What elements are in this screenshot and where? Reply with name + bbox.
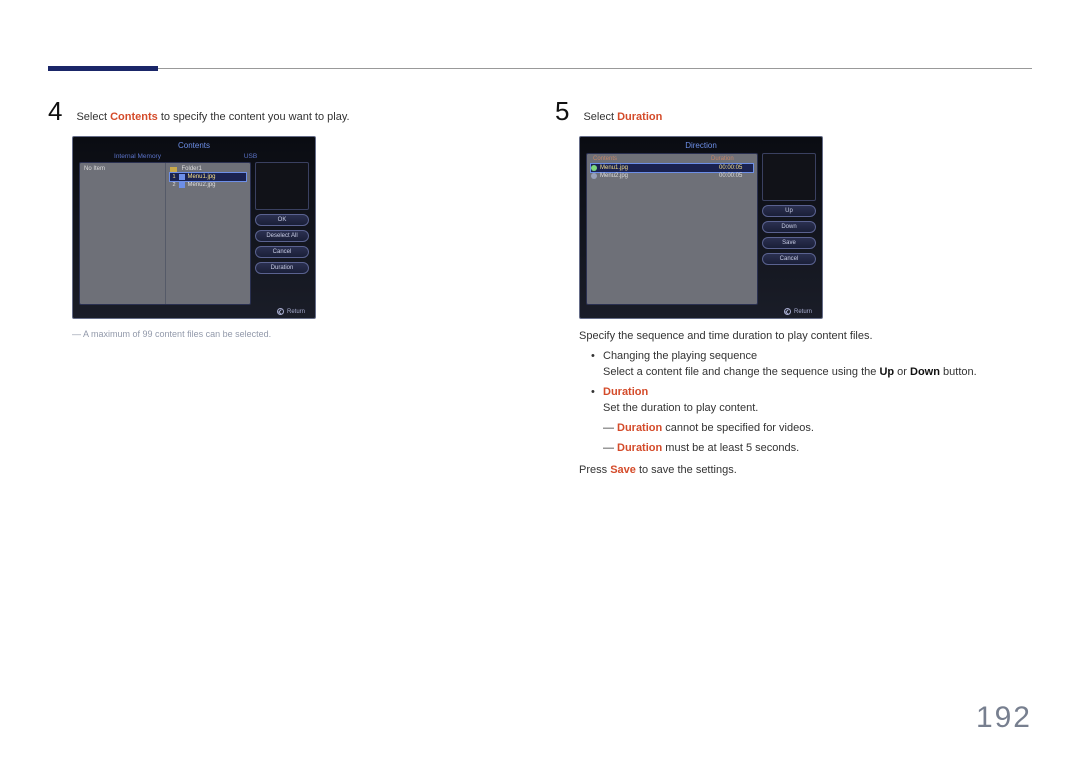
- direction-footer: Return: [580, 305, 822, 318]
- step5-bullets: Changing the playing sequence Select a c…: [591, 349, 1032, 417]
- image-icon: [179, 174, 185, 180]
- step5-heading: 5 Select Duration: [555, 98, 1032, 124]
- step5-number: 5: [555, 98, 569, 124]
- preview-box: [255, 162, 309, 210]
- step5-para1: Specify the sequence and time duration t…: [579, 329, 1032, 345]
- step5-para-save: Press Save to save the settings.: [579, 463, 1032, 479]
- usb-panel: Folder1 1 Menu1.jpg 2 Menu2.jpg: [166, 163, 251, 304]
- contents-body: No Item Folder1 1 Menu1.jpg 2 Menu2.jpg OK…: [73, 162, 315, 305]
- contents-tabs: Internal Memory USB: [73, 153, 315, 162]
- contents-side-col: OK Deselect All Cancel Duration: [255, 162, 309, 305]
- dur-row-2[interactable]: Menu2.jpg 00:00:05: [591, 172, 753, 180]
- file-row-1[interactable]: 1 Menu1.jpg: [170, 173, 247, 181]
- file-name: Menu1.jpg: [188, 174, 216, 180]
- contents-footer: Return: [73, 305, 315, 318]
- col-contents: Contents: [593, 156, 711, 162]
- save-suf: to save the settings.: [636, 464, 737, 476]
- dur-name: Menu2.jpg: [600, 173, 716, 179]
- step5-bold: Duration: [617, 111, 662, 123]
- cancel-button[interactable]: Cancel: [762, 253, 816, 265]
- step5-prefix: Select: [583, 111, 617, 123]
- save-button[interactable]: Save: [762, 237, 816, 249]
- ok-button[interactable]: OK: [255, 214, 309, 226]
- memory-panel: No Item: [80, 163, 166, 304]
- save-pre: Press: [579, 464, 610, 476]
- save-bold: Save: [610, 464, 636, 476]
- step4-text: Select Contents to specify the content y…: [76, 111, 349, 123]
- contents-list-area: No Item Folder1 1 Menu1.jpg 2 Menu2.jpg: [79, 162, 251, 305]
- bullet-seq-suf: button.: [940, 366, 977, 378]
- image-icon: [179, 182, 185, 188]
- folder-name: Folder1: [182, 166, 202, 172]
- dur-value: 00:00:05: [719, 165, 753, 171]
- direction-screenshot: Direction Contents Duration Menu1.jpg 00…: [579, 136, 823, 319]
- page-number: 192: [976, 701, 1032, 735]
- contents-title: Contents: [73, 137, 315, 153]
- preview-box: [762, 153, 816, 201]
- sub1-bold: Duration: [617, 422, 662, 434]
- dur-name: Menu1.jpg: [600, 165, 716, 171]
- direction-body: Contents Duration Menu1.jpg 00:00:05 Men…: [580, 153, 822, 305]
- bullet-seq-pre: Select a content file and change the seq…: [603, 366, 879, 378]
- step4-suffix: to specify the content you want to play.: [158, 111, 350, 123]
- duration-button[interactable]: Duration: [255, 262, 309, 274]
- return-label[interactable]: Return: [287, 309, 305, 315]
- up-label: Up: [879, 366, 894, 378]
- direction-side-col: Up Down Save Cancel: [762, 153, 816, 305]
- up-button[interactable]: Up: [762, 205, 816, 217]
- step5-text: Select Duration: [583, 111, 662, 123]
- step4-number: 4: [48, 98, 62, 124]
- duration-desc: Set the duration to play content.: [603, 402, 758, 414]
- bullet-duration: Duration Set the duration to play conten…: [591, 385, 1032, 417]
- duration-head: Duration: [603, 386, 648, 398]
- file-name: Menu2.jpg: [188, 182, 216, 188]
- sub2-bold: Duration: [617, 442, 662, 454]
- direction-title: Direction: [580, 137, 822, 153]
- return-icon: [784, 308, 791, 315]
- down-label: Down: [910, 366, 940, 378]
- sub2-rest: must be at least 5 seconds.: [662, 442, 799, 454]
- file-index: 1: [170, 174, 176, 180]
- cancel-button[interactable]: Cancel: [255, 246, 309, 258]
- folder-icon: [170, 167, 177, 172]
- header-accent: [48, 66, 158, 71]
- duration-subnotes: Duration cannot be specified for videos.…: [605, 421, 1032, 457]
- col-right: 5 Select Duration Direction Contents Dur…: [555, 98, 1032, 483]
- step4-prefix: Select: [76, 111, 110, 123]
- dur-value: 00:00:05: [719, 173, 753, 179]
- tab-usb[interactable]: USB: [194, 153, 307, 160]
- step4-bold: Contents: [110, 111, 158, 123]
- no-item-row: No Item: [84, 165, 161, 173]
- file-row-2[interactable]: 2 Menu2.jpg: [170, 181, 247, 189]
- subnote-1: Duration cannot be specified for videos.: [605, 421, 1032, 437]
- dur-row-1[interactable]: Menu1.jpg 00:00:05: [591, 164, 753, 172]
- header-rule: [48, 68, 1032, 69]
- deselect-all-button[interactable]: Deselect All: [255, 230, 309, 242]
- sub1-rest: cannot be specified for videos.: [662, 422, 814, 434]
- subnote-2: Duration must be at least 5 seconds.: [605, 441, 1032, 457]
- status-icon: [591, 165, 597, 171]
- direction-list-area: Contents Duration Menu1.jpg 00:00:05 Men…: [586, 153, 758, 305]
- col-duration: Duration: [711, 156, 751, 162]
- tab-internal-memory[interactable]: Internal Memory: [81, 153, 194, 160]
- step4-heading: 4 Select Contents to specify the content…: [48, 98, 525, 124]
- contents-screenshot: Contents Internal Memory USB No Item Fol…: [72, 136, 316, 319]
- return-icon: [277, 308, 284, 315]
- col-left: 4 Select Contents to specify the content…: [48, 98, 525, 483]
- return-label[interactable]: Return: [794, 309, 812, 315]
- bullet-sequence-title: Changing the playing sequence: [603, 350, 757, 362]
- folder-row[interactable]: Folder1: [170, 165, 247, 173]
- bullet-sequence: Changing the playing sequence Select a c…: [591, 349, 1032, 381]
- page-columns: 4 Select Contents to specify the content…: [0, 0, 1080, 483]
- or-label: or: [894, 366, 910, 378]
- step4-note: A maximum of 99 content files can be sel…: [72, 329, 525, 339]
- no-item-label: No Item: [84, 166, 105, 172]
- status-icon: [591, 173, 597, 179]
- down-button[interactable]: Down: [762, 221, 816, 233]
- file-index: 2: [170, 182, 176, 188]
